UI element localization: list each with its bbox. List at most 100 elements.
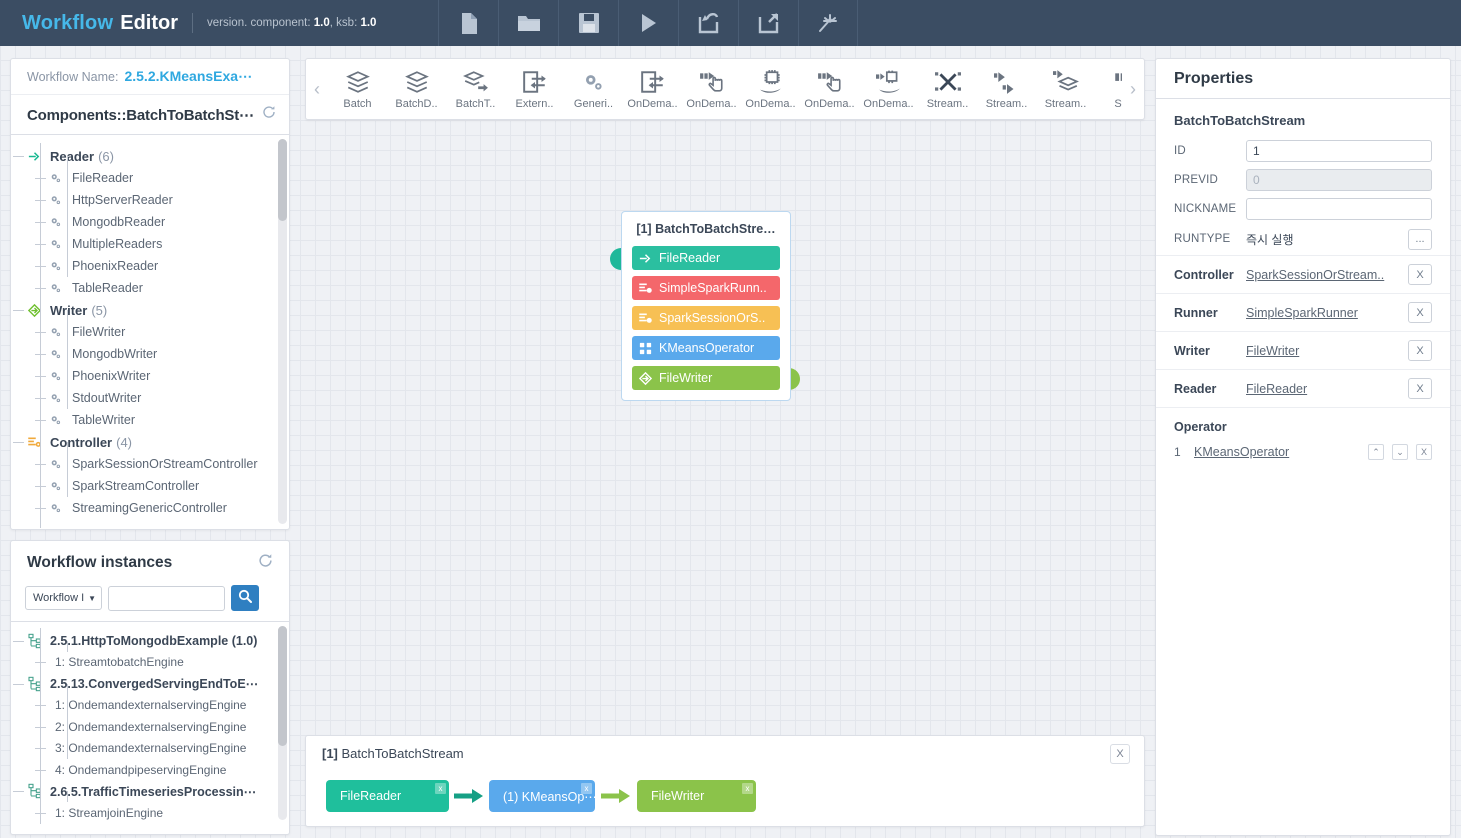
flow-panel-close-button[interactable]: X — [1110, 744, 1130, 764]
palette-item-3[interactable]: Extern.. — [505, 58, 564, 120]
refresh-icon[interactable] — [262, 105, 276, 124]
tree-item-sparksessionorstreamcontroller[interactable]: SparkSessionOrStreamController — [11, 453, 289, 475]
tree-item-filewriter[interactable]: FileWriter — [11, 321, 289, 343]
save-button[interactable] — [558, 0, 618, 46]
canvas-node-row-filereader[interactable]: FileReader — [632, 246, 780, 270]
tree-item-phoenixreader[interactable]: PhoenixReader — [11, 255, 289, 277]
palette-item-2[interactable]: BatchT.. — [446, 58, 505, 120]
palette-prev-button[interactable]: ‹ — [306, 79, 328, 100]
tree-group-controller[interactable]: Controller (4) — [11, 431, 289, 453]
components-tree-scrollbar[interactable] — [278, 139, 287, 524]
palette-item-10[interactable]: Stream.. — [918, 58, 977, 120]
property-link-value[interactable]: SparkSessionOrStream.. — [1246, 268, 1408, 282]
tree-item-stdoutwriter[interactable]: StdoutWriter — [11, 387, 289, 409]
tree-item-mongodbwriter[interactable]: MongodbWriter — [11, 343, 289, 365]
open-folder-button[interactable] — [498, 0, 558, 46]
tree-item-sparkstreamcontroller[interactable]: SparkStreamController — [11, 475, 289, 497]
canvas-node-rows: FileReader SimpleSparkRunn.. SparkSessionO… — [622, 246, 790, 390]
instance-branch-line — [67, 791, 68, 802]
tree-item-multiplereaders[interactable]: MultipleReaders — [11, 233, 289, 255]
canvas-node-row-kmeansoperator[interactable]: KMeansOperator — [632, 336, 780, 360]
palette-item-11[interactable]: Stream.. — [977, 58, 1036, 120]
instance-item[interactable]: 4: OndemandpipeservingEngine — [11, 759, 289, 781]
palette-next-button[interactable]: › — [1122, 79, 1144, 100]
tree-elbow — [33, 277, 49, 299]
workflow-name-value[interactable]: 2.5.2.KMeansExa⋯ — [124, 68, 252, 85]
operator-move-up-button[interactable]: ⌃ — [1368, 444, 1384, 460]
tree-group-writer[interactable]: Writer (5) — [11, 299, 289, 321]
layers-arrow-icon — [462, 69, 489, 95]
tree-item-tablewriter[interactable]: TableWriter — [11, 409, 289, 431]
operator-move-down-button[interactable]: ⌄ — [1392, 444, 1408, 460]
flow-node-kmeansop[interactable]: (1) KMeansOp⋯ x — [489, 780, 597, 812]
operator-remove-button[interactable]: X — [1416, 444, 1432, 460]
instances-scrollbar[interactable] — [278, 626, 287, 820]
tree-group-reader[interactable]: Reader (6) — [11, 145, 289, 167]
property-link-remove-button[interactable]: X — [1408, 264, 1432, 285]
tree-item-phoenixwriter[interactable]: PhoenixWriter — [11, 365, 289, 387]
flow-node-filereader[interactable]: FileReader x — [326, 780, 449, 812]
components-tree-scroll-thumb[interactable] — [278, 139, 287, 221]
property-link-reader: Reader FileReader X — [1156, 369, 1450, 407]
instances-refresh-icon[interactable] — [258, 553, 273, 573]
instances-search-input[interactable] — [108, 585, 226, 611]
palette-item-13[interactable]: Stre — [1095, 58, 1122, 120]
instance-group[interactable]: 2.5.13.ConvergedServingEndToE⋯ — [11, 673, 289, 695]
canvas-node-batchtobatchstream[interactable]: [1] BatchToBatchStre… FileReader SimpleSp… — [621, 211, 791, 401]
flow-node-close-icon[interactable]: x — [581, 783, 592, 794]
tree-elbow — [11, 780, 27, 802]
property-link-value[interactable]: SimpleSparkRunner — [1246, 306, 1408, 320]
palette-item-0[interactable]: Batch — [328, 58, 387, 120]
instance-item[interactable]: 1: OndemandexternalservingEngine — [11, 695, 289, 717]
tree-item-httpserverreader[interactable]: HttpServerReader — [11, 189, 289, 211]
canvas-node-row-simplesparkrunn[interactable]: SimpleSparkRunn.. — [632, 276, 780, 300]
property-link-remove-button[interactable]: X — [1408, 340, 1432, 361]
property-link-value[interactable]: FileReader — [1246, 382, 1408, 396]
property-key-nickname: NICKNAME — [1174, 202, 1237, 215]
nickname-input[interactable] — [1246, 197, 1432, 220]
export-button[interactable] — [738, 0, 798, 46]
version-ksb-label: , ksb: — [329, 17, 358, 29]
run-button[interactable] — [618, 0, 678, 46]
canvas-node-row-sparksessionors[interactable]: SparkSessionOrS.. — [632, 306, 780, 330]
gears-icon — [49, 456, 67, 472]
operator-name[interactable]: KMeansOperator — [1194, 445, 1360, 459]
canvas-node-row-filewriter[interactable]: FileWriter — [632, 366, 780, 390]
palette-item-8[interactable]: OnDema.. — [800, 58, 859, 120]
runtype-more-button[interactable]: ... — [1408, 228, 1432, 250]
instances-search-button[interactable] — [231, 585, 260, 611]
palette-item-7[interactable]: OnDema.. — [741, 58, 800, 120]
instance-item[interactable]: 3: OndemandexternalservingEngine — [11, 738, 289, 760]
palette-item-9[interactable]: OnDema.. — [859, 58, 918, 120]
auto-layout-button[interactable] — [798, 0, 859, 46]
palette-item-4[interactable]: Generi.. — [564, 58, 623, 120]
flow-node-filewriter[interactable]: FileWriter x — [637, 780, 756, 812]
flow-node-close-icon[interactable]: x — [435, 783, 446, 794]
new-file-button[interactable] — [438, 0, 498, 46]
tree-item-tablereader[interactable]: TableReader — [11, 277, 289, 299]
import-button[interactable] — [678, 0, 738, 46]
instance-group[interactable]: 2.6.5.TrafficTimeseriesProcessin⋯ — [11, 781, 289, 803]
tree-item-streaminggenericcontroller[interactable]: StreamingGenericController — [11, 497, 289, 519]
flow-node-label: FileReader — [340, 789, 402, 803]
gears-icon — [49, 346, 67, 362]
instance-group[interactable]: 2.5.1.HttpToMongodbExample (1.0) — [11, 630, 289, 652]
property-link-remove-button[interactable]: X — [1408, 302, 1432, 323]
instances-scroll-thumb[interactable] — [278, 626, 287, 746]
property-link-remove-button[interactable]: X — [1408, 378, 1432, 399]
instance-item[interactable]: 1: StreamjoinEngine — [11, 802, 289, 824]
tree-item-mongodbreader[interactable]: MongodbReader — [11, 211, 289, 233]
instance-item[interactable]: 2: OndemandexternalservingEngine — [11, 716, 289, 738]
gears-icon — [49, 214, 67, 230]
instance-item[interactable]: 1: StreamtobatchEngine — [11, 652, 289, 674]
brand-primary: Workflow — [22, 11, 114, 34]
palette-item-1[interactable]: BatchD.. — [387, 58, 446, 120]
palette-item-6[interactable]: OnDema.. — [682, 58, 741, 120]
instances-filter-select[interactable]: Workflow I ▼ — [25, 586, 103, 610]
palette-item-12[interactable]: Stream.. — [1036, 58, 1095, 120]
palette-item-5[interactable]: OnDema.. — [623, 58, 682, 120]
id-input[interactable] — [1246, 139, 1432, 162]
property-link-value[interactable]: FileWriter — [1246, 344, 1408, 358]
tree-item-filereader[interactable]: FileReader — [11, 167, 289, 189]
flow-node-close-icon[interactable]: x — [742, 783, 753, 794]
